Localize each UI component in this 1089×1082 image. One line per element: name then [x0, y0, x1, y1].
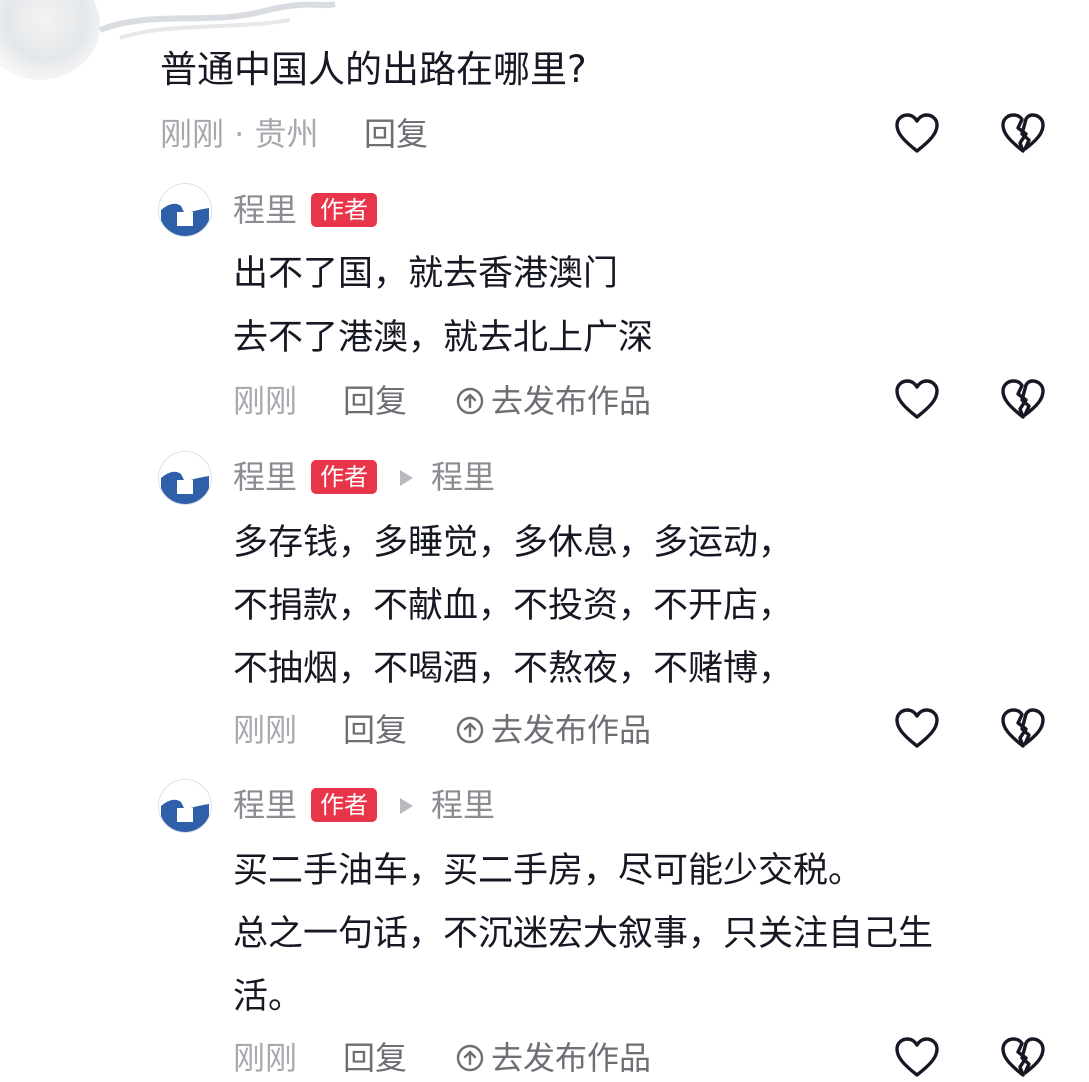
author-avatar[interactable] [158, 779, 212, 833]
reply-to-name[interactable]: 程里 [431, 785, 495, 825]
reply-button[interactable]: 回复 [343, 381, 407, 421]
reply-line: 去不了港澳，就去北上广深 [233, 318, 654, 358]
author-badge: 作者 [311, 788, 377, 822]
reply-line: 多存钱，多睡觉，多休息，多运动， [233, 523, 794, 563]
broken-heart-icon[interactable] [999, 1034, 1047, 1082]
reply-line: 总之一句话，不沉迷宏大叙事，只关注自己生 [233, 914, 934, 954]
triangle-right-icon [400, 470, 413, 486]
question-reply-button[interactable]: 回复 [364, 114, 428, 154]
heart-outline-icon[interactable] [893, 705, 941, 753]
reply-button[interactable]: 回复 [343, 1038, 407, 1078]
question-text: 普通中国人的出路在哪里? [160, 48, 587, 91]
arrow-up-circle-icon [456, 387, 484, 415]
reply-line: 买二手油车，买二手房，尽可能少交税。 [233, 851, 864, 891]
reply-button[interactable]: 回复 [343, 710, 407, 750]
top-avatar [0, 0, 100, 80]
reply-line: 不捐款，不献血，不投资，不开店， [233, 586, 794, 626]
author-avatar[interactable] [158, 451, 212, 505]
publish-work-label: 去发布作品 [491, 1039, 652, 1077]
author-name[interactable]: 程里 [233, 457, 297, 497]
publish-work-label: 去发布作品 [491, 711, 652, 749]
top-sketch-decoration [98, 1, 336, 40]
publish-work-label: 去发布作品 [491, 382, 652, 420]
reply-time: 刚刚 [233, 1039, 298, 1077]
author-avatar[interactable] [158, 183, 212, 237]
publish-work-link[interactable]: 去发布作品 [455, 1038, 651, 1078]
reply-to-name[interactable]: 程里 [431, 457, 495, 497]
heart-outline-icon[interactable] [893, 376, 941, 424]
reply-line: 出不了国，就去香港澳门 [233, 254, 619, 294]
arrow-up-circle-icon [456, 716, 484, 744]
reply-time: 刚刚 [233, 711, 298, 749]
heart-outline-icon[interactable] [893, 1034, 941, 1082]
broken-heart-icon[interactable] [999, 110, 1047, 158]
publish-work-link[interactable]: 去发布作品 [455, 710, 651, 750]
author-name[interactable]: 程里 [233, 785, 297, 825]
broken-heart-icon[interactable] [999, 376, 1047, 424]
arrow-up-circle-icon [456, 1044, 484, 1072]
reply-time: 刚刚 [233, 382, 298, 420]
broken-heart-icon[interactable] [999, 705, 1047, 753]
question-meta: 刚刚 · 贵州 [160, 115, 319, 153]
reply-line: 活。 [233, 977, 304, 1017]
author-badge: 作者 [311, 193, 377, 227]
author-name[interactable]: 程里 [233, 190, 297, 230]
author-badge: 作者 [311, 460, 377, 494]
triangle-right-icon [400, 798, 413, 814]
heart-outline-icon[interactable] [893, 110, 941, 158]
publish-work-link[interactable]: 去发布作品 [455, 381, 651, 421]
reply-line: 不抽烟，不喝酒，不熬夜，不赌博， [233, 649, 794, 689]
